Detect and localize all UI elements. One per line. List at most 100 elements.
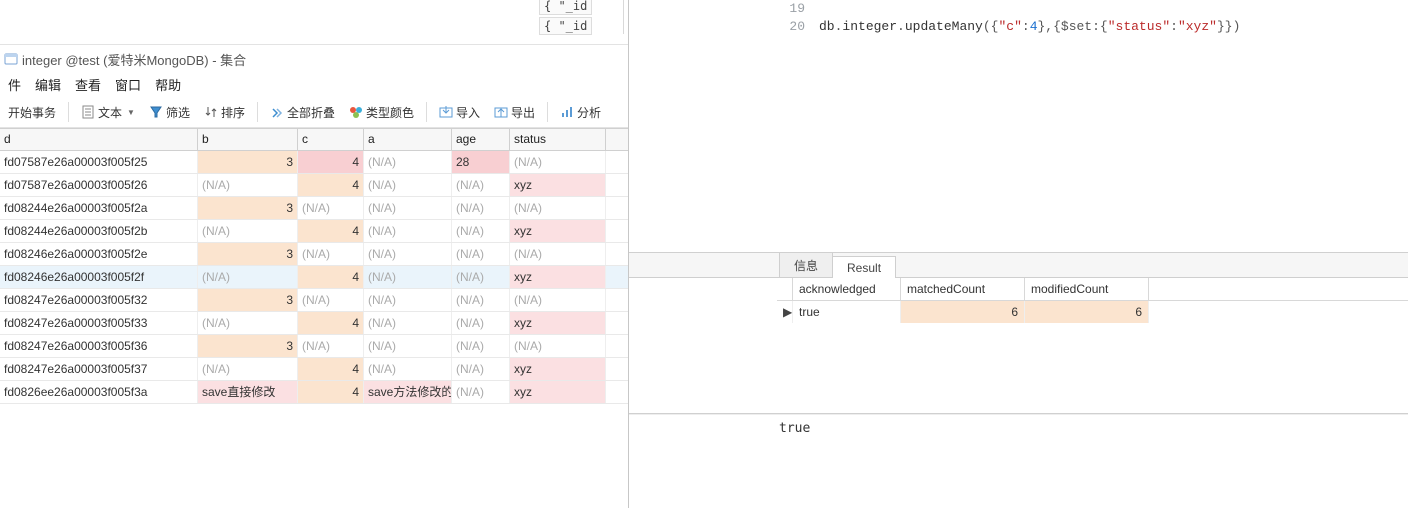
menu-edit[interactable]: 编辑: [35, 75, 61, 94]
cell-b: (N/A): [198, 266, 298, 288]
cell-id: fd08244e26a00003f005f2b: [0, 220, 198, 242]
cell-b: 3: [198, 335, 298, 357]
cell-age: (N/A): [452, 335, 510, 357]
sort-button[interactable]: 排序: [200, 102, 249, 123]
cell-status: (N/A): [510, 197, 606, 219]
import-button[interactable]: 导入: [435, 102, 484, 123]
col-header-a[interactable]: a: [364, 129, 452, 150]
cell-a: (N/A): [364, 174, 452, 196]
table-row[interactable]: fd08247e26a00003f005f33(N/A)4(N/A)(N/A)x…: [0, 312, 628, 335]
menu-view[interactable]: 查看: [75, 75, 101, 94]
fragment-line: { "_id: [539, 17, 592, 35]
text-mode-button[interactable]: 文本 ▼: [77, 102, 139, 123]
separator: [547, 102, 548, 122]
cell-age: (N/A): [452, 243, 510, 265]
cell-id: fd08246e26a00003f005f2e: [0, 243, 198, 265]
cell-b: 3: [198, 151, 298, 173]
tab-info[interactable]: 信息: [779, 252, 833, 277]
table-row[interactable]: fd0826ee26a00003f005f3asave直接修改4save方法修改…: [0, 381, 628, 404]
import-icon: [439, 105, 453, 119]
cell-age: (N/A): [452, 220, 510, 242]
cell-age: (N/A): [452, 312, 510, 334]
cell-a: (N/A): [364, 312, 452, 334]
cell-id: fd08246e26a00003f005f2f: [0, 266, 198, 288]
col-header-acknowledged[interactable]: acknowledged: [793, 278, 901, 300]
funnel-icon: [149, 105, 163, 119]
window-title: integer @test (爱特米MongoDB) - 集合: [22, 50, 246, 69]
collection-icon: [4, 52, 18, 66]
doc-icon: [81, 105, 95, 119]
cell-a: (N/A): [364, 220, 452, 242]
begin-transaction-button[interactable]: 开始事务: [4, 102, 60, 123]
result-grid: acknowledged matchedCount modifiedCount …: [629, 278, 1408, 414]
table-row[interactable]: fd08246e26a00003f005f2e3(N/A)(N/A)(N/A)(…: [0, 243, 628, 266]
label: 文本: [98, 104, 122, 121]
menu-window[interactable]: 窗口: [115, 75, 141, 94]
cell-status: xyz: [510, 266, 606, 288]
cell-c: 4: [298, 220, 364, 242]
tab-result[interactable]: Result: [832, 256, 896, 278]
cell-status: xyz: [510, 358, 606, 380]
grid-header-row: d b c a age status: [0, 129, 628, 151]
filter-button[interactable]: 筛选: [145, 102, 194, 123]
table-row[interactable]: fd08244e26a00003f005f2b(N/A)4(N/A)(N/A)x…: [0, 220, 628, 243]
cell-status: (N/A): [510, 151, 606, 173]
cell-a: (N/A): [364, 197, 452, 219]
cell-id: fd08247e26a00003f005f32: [0, 289, 198, 311]
chart-icon: [560, 105, 574, 119]
col-header-c[interactable]: c: [298, 129, 364, 150]
col-header-id[interactable]: d: [0, 129, 198, 150]
cell-age: 28: [452, 151, 510, 173]
cell-status: xyz: [510, 381, 606, 403]
code-line: db.integer.updateMany({"c":4},{$set:{"st…: [819, 18, 1240, 36]
type-color-button[interactable]: 类型颜色: [345, 102, 418, 123]
result-header-row: acknowledged matchedCount modifiedCount: [777, 278, 1408, 301]
sort-icon: [204, 105, 218, 119]
output-console: true: [629, 414, 1408, 508]
cell-b: 3: [198, 243, 298, 265]
cell-b: (N/A): [198, 174, 298, 196]
menu-bar: 件 编辑 查看 窗口 帮助: [0, 71, 628, 97]
cell-b: (N/A): [198, 220, 298, 242]
cell-a: (N/A): [364, 151, 452, 173]
toolbar: 开始事务 文本 ▼ 筛选 排序: [0, 97, 628, 128]
cell-c: (N/A): [298, 243, 364, 265]
col-header-matchedcount[interactable]: matchedCount: [901, 278, 1025, 300]
table-row[interactable]: fd08247e26a00003f005f363(N/A)(N/A)(N/A)(…: [0, 335, 628, 358]
col-header-modifiedcount[interactable]: modifiedCount: [1025, 278, 1149, 300]
table-row[interactable]: fd08244e26a00003f005f2a3(N/A)(N/A)(N/A)(…: [0, 197, 628, 220]
code-lines: db.integer.updateMany({"c":4},{$set:{"st…: [819, 0, 1240, 36]
cell-id: fd08247e26a00003f005f36: [0, 335, 198, 357]
cell-status: (N/A): [510, 289, 606, 311]
cell-status: (N/A): [510, 335, 606, 357]
cell-id: fd08247e26a00003f005f33: [0, 312, 198, 334]
console-line: true: [779, 421, 1408, 436]
cell-status: (N/A): [510, 243, 606, 265]
label: 开始事务: [8, 104, 56, 121]
table-row[interactable]: fd08246e26a00003f005f2f(N/A)4(N/A)(N/A)x…: [0, 266, 628, 289]
table-row[interactable]: fd07587e26a00003f005f26(N/A)4(N/A)(N/A)x…: [0, 174, 628, 197]
export-button[interactable]: 导出: [490, 102, 539, 123]
code-editor[interactable]: { "_id { "_id 1920 db.integer.updateMany…: [629, 0, 1408, 253]
table-row[interactable]: fd08247e26a00003f005f323(N/A)(N/A)(N/A)(…: [0, 289, 628, 312]
cell-acknowledged: true: [793, 301, 901, 323]
label: 导出: [511, 104, 535, 121]
cell-c: 4: [298, 312, 364, 334]
cell-age: (N/A): [452, 289, 510, 311]
collapse-all-button[interactable]: 全部折叠: [266, 102, 339, 123]
col-header-age[interactable]: age: [452, 129, 510, 150]
table-row[interactable]: fd07587e26a00003f005f2534(N/A)28(N/A): [0, 151, 628, 174]
cell-age: (N/A): [452, 358, 510, 380]
collection-grid: d b c a age status fd07587e26a00003f005f…: [0, 128, 628, 404]
label: 排序: [221, 104, 245, 121]
table-row[interactable]: fd08247e26a00003f005f37(N/A)4(N/A)(N/A)x…: [0, 358, 628, 381]
menu-file[interactable]: 件: [8, 75, 21, 94]
result-row[interactable]: ▶ true 6 6: [777, 301, 1408, 323]
menu-help[interactable]: 帮助: [155, 75, 181, 94]
col-header-status[interactable]: status: [510, 129, 606, 150]
cell-c: 4: [298, 266, 364, 288]
query-panel: { "_id { "_id 1920 db.integer.updateMany…: [629, 0, 1408, 508]
col-header-b[interactable]: b: [198, 129, 298, 150]
analyze-button[interactable]: 分析: [556, 102, 605, 123]
result-tabbar: 信息 Result: [629, 253, 1408, 278]
